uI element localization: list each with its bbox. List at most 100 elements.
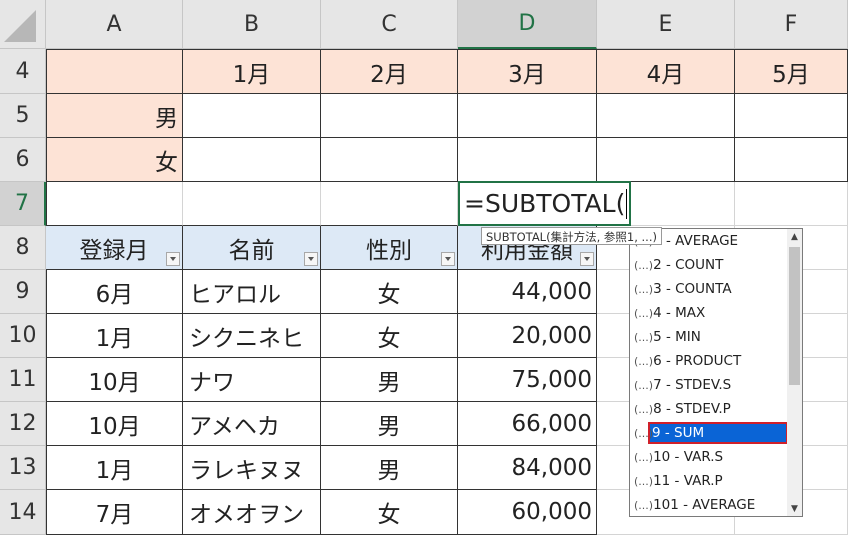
cell-f5[interactable] (735, 94, 848, 138)
cell-f6[interactable] (735, 138, 848, 182)
autocomplete-option-label: 8 - STDEV.P (653, 401, 731, 417)
row-header-13[interactable]: 13 (0, 446, 46, 490)
table-cell-gender[interactable]: 男 (321, 446, 458, 490)
scrollbar-thumb[interactable] (789, 247, 800, 385)
column-header-b[interactable]: B (183, 0, 321, 49)
cell-c4[interactable]: 2月 (321, 49, 458, 94)
function-signature-tooltip[interactable]: SUBTOTAL(集計方法, 参照1, ...) (481, 227, 662, 245)
cell-c5[interactable] (321, 94, 458, 138)
autocomplete-option[interactable]: (...) 10 - VAR.S (632, 446, 788, 468)
row-header-8[interactable]: 8 (0, 226, 46, 270)
table-cell-month[interactable]: 6月 (46, 270, 183, 314)
cell-b8-header[interactable]: 名前 (183, 226, 321, 270)
autocomplete-option-label: 5 - MIN (653, 329, 701, 345)
autocomplete-option[interactable]: (...) 4 - MAX (632, 302, 788, 324)
table-cell-name[interactable]: ナワ (183, 358, 321, 402)
cell-b7[interactable] (183, 182, 321, 226)
autocomplete-option[interactable]: (...) 101 - AVERAGE (632, 494, 788, 516)
table-cell-gender[interactable]: 男 (321, 358, 458, 402)
scroll-up-arrow-icon[interactable]: ▲ (787, 229, 802, 244)
cell-c6[interactable] (321, 138, 458, 182)
row-header-9[interactable]: 9 (0, 270, 46, 314)
table-cell-month[interactable]: 10月 (46, 402, 183, 446)
cell-a8-header[interactable]: 登録月 (46, 226, 183, 270)
table-cell-gender[interactable]: 女 (321, 270, 458, 314)
text-caret (626, 188, 628, 219)
cell-d6[interactable] (458, 138, 597, 182)
autocomplete-option[interactable]: (...) 11 - VAR.P (632, 470, 788, 492)
cell-a5[interactable]: 男 (46, 94, 183, 138)
cell-e4[interactable]: 4月 (597, 49, 735, 94)
table-cell-name[interactable]: アメヘカ (183, 402, 321, 446)
autocomplete-option[interactable]: (...) 2 - COUNT (632, 254, 788, 276)
function-option-icon: (...) (634, 474, 654, 488)
select-all-triangle-icon (4, 10, 36, 42)
cell-b5[interactable] (183, 94, 321, 138)
autocomplete-option[interactable]: (...) 6 - PRODUCT (632, 350, 788, 372)
row-header-11[interactable]: 11 (0, 358, 46, 402)
column-header-a[interactable]: A (46, 0, 183, 49)
cell-d5[interactable] (458, 94, 597, 138)
cell-b6[interactable] (183, 138, 321, 182)
autocomplete-option[interactable]: (...) 5 - MIN (632, 326, 788, 348)
autocomplete-option[interactable]: (...) 3 - COUNTA (632, 278, 788, 300)
filter-dropdown-d-icon[interactable] (580, 252, 594, 266)
table-cell-month[interactable]: 1月 (46, 446, 183, 490)
cell-f4[interactable]: 5月 (735, 49, 848, 94)
cell-e5[interactable] (597, 94, 735, 138)
cell-b4[interactable]: 1月 (183, 49, 321, 94)
cell-c8-header[interactable]: 性別 (321, 226, 458, 270)
cell-e6[interactable] (597, 138, 735, 182)
autocomplete-option[interactable]: (...) 8 - STDEV.P (632, 398, 788, 420)
table-cell-name[interactable]: ラレキヌヌ (183, 446, 321, 490)
active-cell-d7-formula[interactable]: =SUBTOTAL( (458, 181, 631, 226)
table-cell-amount[interactable]: 84,000 (458, 446, 597, 490)
function-option-icon: (...) (634, 258, 654, 272)
autocomplete-scrollbar[interactable]: ▲ ▼ (787, 229, 802, 516)
cell-a7[interactable] (46, 182, 183, 226)
cell-a6[interactable]: 女 (46, 138, 183, 182)
row-header-5[interactable]: 5 (0, 94, 46, 138)
table-cell-gender[interactable]: 男 (321, 402, 458, 446)
table-cell-amount[interactable]: 60,000 (458, 490, 597, 535)
function-argument-autocomplete[interactable]: (...)1 - AVERAGE(...)2 - COUNT(...)3 - C… (629, 228, 803, 517)
column-header-c[interactable]: C (321, 0, 458, 49)
autocomplete-option-label: 10 - VAR.S (653, 449, 724, 465)
autocomplete-option[interactable]: 9 - SUM (648, 422, 788, 444)
table-cell-month[interactable]: 1月 (46, 314, 183, 358)
cell-d4[interactable]: 3月 (458, 49, 597, 94)
function-option-icon: (...) (634, 402, 654, 416)
table-cell-name[interactable]: ヒアロル (183, 270, 321, 314)
table-cell-amount[interactable]: 66,000 (458, 402, 597, 446)
column-header-d[interactable]: D (458, 0, 597, 49)
row-header-14[interactable]: 14 (0, 490, 46, 535)
table-cell-name[interactable]: シクニネヒ (183, 314, 321, 358)
table-cell-name[interactable]: オメオヲン (183, 490, 321, 535)
filter-dropdown-c-icon[interactable] (441, 252, 455, 266)
column-header-f[interactable]: F (735, 0, 848, 49)
table-cell-gender[interactable]: 女 (321, 490, 458, 535)
row-header-4[interactable]: 4 (0, 49, 46, 94)
cell-a4[interactable] (46, 49, 183, 94)
row-header-6[interactable]: 6 (0, 138, 46, 182)
select-all-corner[interactable] (0, 0, 46, 49)
filter-dropdown-b-icon[interactable] (304, 252, 318, 266)
autocomplete-option-label: 7 - STDEV.S (653, 377, 732, 393)
row-header-7[interactable]: 7 (0, 182, 46, 226)
column-header-e[interactable]: E (597, 0, 735, 49)
table-cell-month[interactable]: 7月 (46, 490, 183, 535)
autocomplete-option-label: 4 - MAX (653, 305, 706, 321)
cell-f7[interactable] (735, 182, 848, 226)
filter-dropdown-a-icon[interactable] (166, 252, 180, 266)
row-header-12[interactable]: 12 (0, 402, 46, 446)
row-header-10[interactable]: 10 (0, 314, 46, 358)
table-cell-amount[interactable]: 20,000 (458, 314, 597, 358)
formula-text: =SUBTOTAL( (464, 189, 626, 218)
table-cell-amount[interactable]: 75,000 (458, 358, 597, 402)
autocomplete-option[interactable]: (...) 7 - STDEV.S (632, 374, 788, 396)
scroll-down-arrow-icon[interactable]: ▼ (787, 501, 802, 516)
table-cell-gender[interactable]: 女 (321, 314, 458, 358)
table-cell-month[interactable]: 10月 (46, 358, 183, 402)
cell-c7[interactable] (321, 182, 458, 226)
table-cell-amount[interactable]: 44,000 (458, 270, 597, 314)
